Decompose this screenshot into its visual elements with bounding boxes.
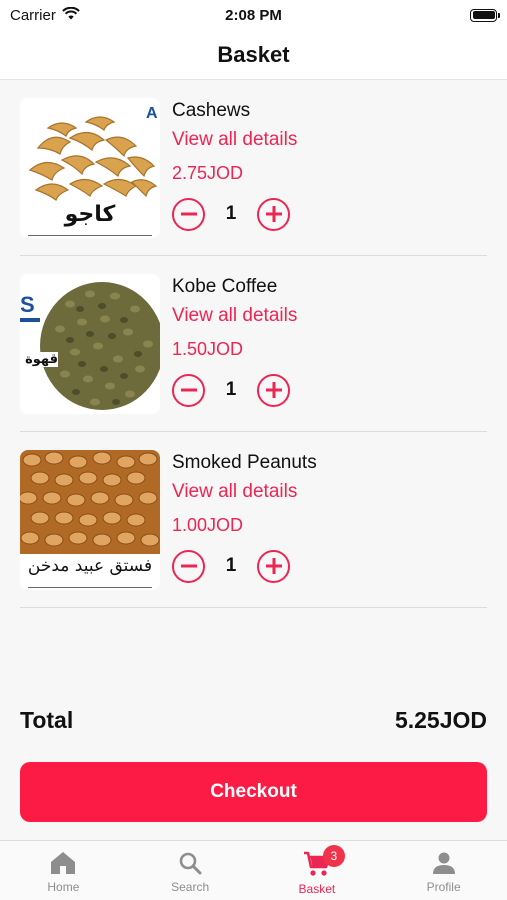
basket-item: S قهوة ك Kobe Coffee View all details 1.…: [20, 256, 487, 432]
search-icon: [179, 852, 202, 875]
tab-profile[interactable]: Profile: [380, 841, 507, 900]
item-price: 1.00JOD: [172, 515, 244, 535]
basket-item: فستق عبيد مدخن Smoked Peanuts View all d…: [20, 432, 487, 608]
item-info: Kobe Coffee View all details 1.50JOD 1: [172, 274, 297, 412]
profile-icon: [432, 852, 455, 874]
tab-search[interactable]: Search: [127, 841, 254, 900]
view-details-link[interactable]: View all details: [172, 476, 317, 508]
carrier-label: Carrier: [10, 6, 56, 24]
image-caption: كاجو: [64, 202, 116, 227]
increment-button[interactable]: [257, 197, 290, 231]
tab-basket[interactable]: 3 Basket: [254, 841, 381, 900]
decrement-button[interactable]: [172, 373, 205, 407]
tab-label: Search: [171, 880, 210, 894]
item-info: Smoked Peanuts View all details 1.00JOD …: [172, 450, 317, 588]
increment-button[interactable]: [257, 549, 290, 583]
svg-text:A: A: [146, 105, 158, 122]
total-label: Total: [20, 706, 74, 733]
quantity-value: 1: [225, 555, 237, 576]
product-image-cashews[interactable]: A كاجو: [20, 98, 160, 238]
basket-item: A كاجو Cashews View all details 2.75JOD …: [20, 80, 487, 256]
tab-bar: Home Search 3 Basket Profile: [0, 840, 507, 900]
cart-count-badge: 3: [322, 845, 345, 867]
quantity-stepper: 1: [172, 192, 297, 236]
view-details-link[interactable]: View all details: [172, 300, 297, 332]
wifi-icon: [62, 6, 80, 24]
tab-label: Basket: [298, 882, 336, 896]
image-caption: فستق عبيد مدخن: [27, 556, 153, 576]
tab-label: Profile: [426, 880, 461, 894]
basket-list: A كاجو Cashews View all details 2.75JOD …: [0, 80, 507, 840]
item-price: 2.75JOD: [172, 163, 244, 183]
plus-icon: [265, 558, 282, 574]
battery-icon: [470, 8, 500, 22]
image-caption: قهوة ك: [20, 352, 58, 367]
product-image-coffee[interactable]: S قهوة ك: [20, 274, 160, 414]
decrement-button[interactable]: [172, 197, 205, 231]
nav-header: Basket: [0, 30, 507, 80]
minus-icon: [180, 564, 197, 568]
status-bar: Carrier 2:08 PM: [0, 0, 507, 30]
plus-icon: [265, 206, 282, 222]
quantity-stepper: 1: [172, 544, 317, 588]
product-image-peanuts[interactable]: فستق عبيد مدخن: [20, 450, 160, 590]
plus-icon: [265, 382, 282, 398]
increment-button[interactable]: [257, 373, 290, 407]
tab-label: Home: [47, 880, 80, 894]
item-name: Smoked Peanuts: [172, 452, 317, 473]
quantity-value: 1: [225, 379, 237, 400]
tab-home[interactable]: Home: [0, 841, 127, 900]
item-name: Kobe Coffee: [172, 276, 278, 297]
status-left: Carrier: [10, 6, 80, 24]
home-icon: [51, 852, 76, 874]
item-name: Cashews: [172, 100, 251, 121]
minus-icon: [180, 212, 197, 216]
item-info: Cashews View all details 2.75JOD 1: [172, 98, 297, 236]
checkout-button[interactable]: Checkout: [20, 762, 487, 822]
page-title: Basket: [217, 41, 290, 67]
quantity-stepper: 1: [172, 368, 297, 412]
total-value: 5.25JOD: [394, 706, 487, 733]
view-details-link[interactable]: View all details: [172, 124, 297, 156]
minus-icon: [180, 388, 197, 392]
total-row: Total 5.25JOD: [20, 705, 487, 735]
decrement-button[interactable]: [172, 549, 205, 583]
svg-text:S: S: [20, 292, 35, 317]
item-price: 1.50JOD: [172, 339, 244, 359]
quantity-value: 1: [225, 203, 237, 224]
